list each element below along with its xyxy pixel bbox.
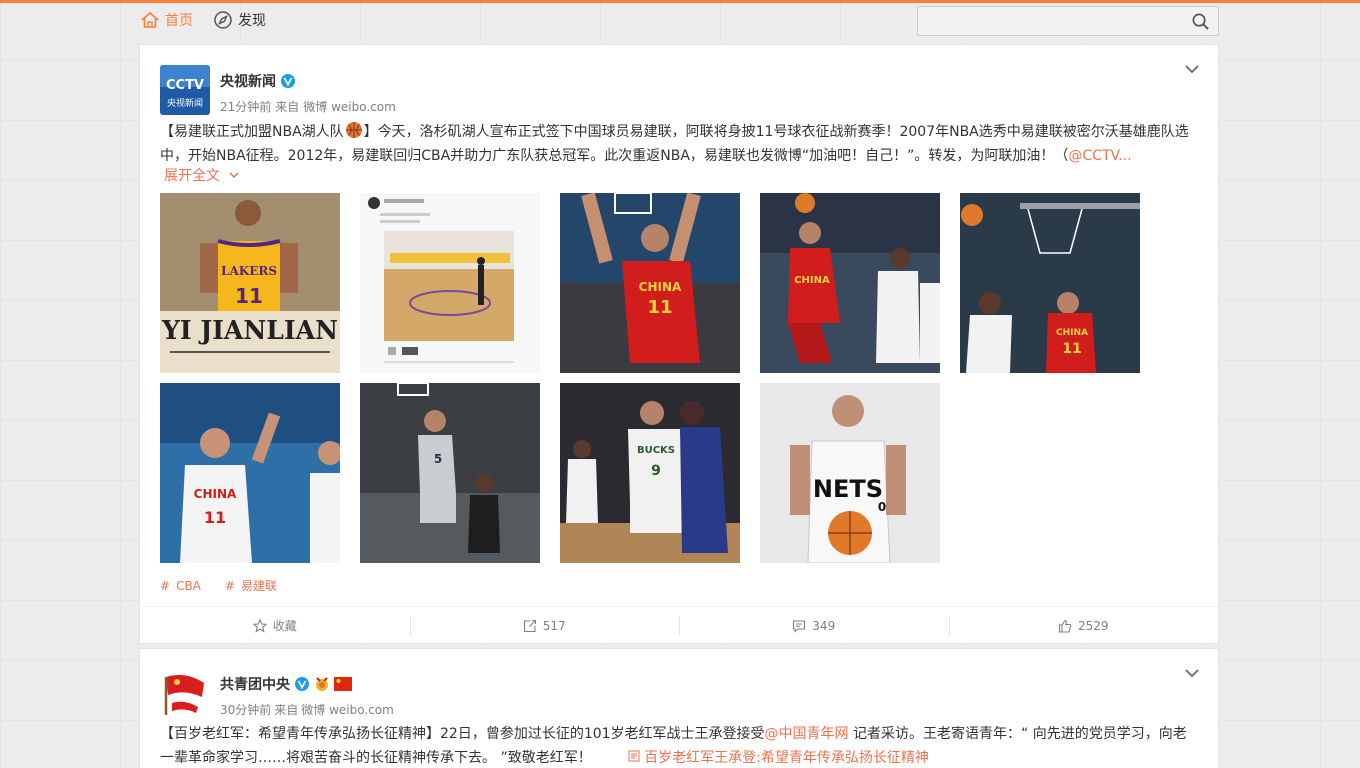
post-source[interactable]: 微博 weibo.com [303, 100, 396, 114]
image-nets-portrait[interactable]: NETS 0 [760, 383, 940, 563]
post-meta: 30分钟前 来自 微博 weibo.com [220, 701, 394, 718]
hashtag-icon: # [224, 578, 235, 593]
source-prefix: 来自 [274, 703, 299, 717]
search-box [917, 6, 1219, 36]
svg-text:0: 0 [878, 500, 886, 514]
feed-card-cctv: CCTV 央视新闻 央视新闻 21分钟前 来自 微博 weibo.com 【易建联正… [139, 44, 1219, 644]
feed-card-gongqingtuan: 共青团中央 30分钟前 来自 微博 weibo.com 【百岁老红军：希望青年传承弘… [139, 648, 1219, 768]
flag-icon [334, 677, 352, 691]
expand-text-button[interactable]: 展开全文 [164, 165, 240, 185]
article-icon [628, 746, 640, 768]
like-count: 2529 [1077, 618, 1109, 633]
post-text-part: 【百岁老红军：希望青年传承弘扬长征精神】22日，曾参加过长征的101岁老红军战士… [160, 726, 765, 742]
svg-text:LAKERS: LAKERS [221, 264, 277, 278]
repost-button[interactable]: 517 [409, 607, 680, 644]
svg-text:11: 11 [647, 297, 672, 318]
avatar[interactable] [160, 669, 210, 719]
svg-text:11: 11 [204, 508, 226, 527]
post-time[interactable]: 21分钟前 [220, 100, 271, 114]
topic-tag-label: CBA [176, 578, 201, 593]
topic-tags: # CBA # 易建联 [160, 577, 301, 594]
author-name[interactable]: 央视新闻 [220, 71, 295, 91]
author-name-text: 共青团中央 [220, 677, 290, 693]
post-text: 【百岁老红军：希望青年传承弘扬长征精神】22日，曾参加过长征的101岁老红军战士… [160, 722, 1200, 768]
svg-text:11: 11 [235, 284, 263, 308]
comment-count: 349 [812, 618, 836, 633]
svg-text:5: 5 [434, 452, 442, 466]
post-text: 【易建联正式加盟NBA湖人队 】今天，洛杉矶湖人宣布正式签下中国球员易建联，阿联将… [160, 120, 1200, 168]
nav-home-label: 首页 [165, 13, 193, 29]
svg-text:9: 9 [651, 463, 661, 479]
basketball-emoji-icon [344, 120, 364, 140]
source-prefix: 来自 [275, 100, 300, 114]
chevron-down-icon[interactable] [1184, 61, 1200, 77]
favorite-label: 收藏 [272, 619, 297, 633]
post-text-part: 【易建联正式加盟NBA湖人队 [160, 124, 344, 140]
avatar[interactable]: CCTV 央视新闻 [160, 65, 210, 115]
topic-tag-cba[interactable]: # CBA [160, 577, 201, 594]
mention-link[interactable]: @CCTV... [1068, 148, 1131, 164]
like-button[interactable]: 2529 [948, 607, 1219, 644]
expand-label: 展开全文 [164, 168, 220, 184]
image-bucks-game[interactable]: BUCKS 9 [560, 383, 740, 563]
image-china-layup[interactable]: CHINA [760, 193, 940, 373]
top-navigation: 首页 发现 [0, 3, 1360, 37]
mention-link[interactable]: @中国青年网 [765, 726, 849, 742]
search-icon[interactable] [1191, 12, 1210, 31]
svg-text:NETS: NETS [813, 475, 883, 503]
compass-icon [213, 10, 233, 30]
favorite-button[interactable]: 收藏 [140, 607, 410, 644]
repost-count: 517 [542, 618, 566, 633]
chevron-down-icon [228, 169, 240, 181]
comment-icon [792, 619, 806, 633]
topic-tag-yijianlian[interactable]: # 易建联 [225, 577, 277, 594]
star-icon [252, 618, 267, 633]
action-bar: 收藏 517 349 2529 [140, 606, 1218, 644]
author-name[interactable]: 共青团中央 [220, 674, 352, 694]
image-mavericks-dunk[interactable]: 5 [360, 383, 540, 563]
image-lakers-poster[interactable]: LAKERS 11 YI JIANLIAN [160, 193, 340, 373]
verified-icon [281, 74, 295, 88]
home-icon [140, 10, 160, 30]
repost-icon [523, 619, 537, 633]
chevron-down-icon[interactable] [1184, 665, 1200, 681]
author-name-text: 央视新闻 [220, 74, 276, 90]
image-china-dunk-2[interactable]: CHINA 11 [960, 193, 1140, 373]
svg-text:CHINA: CHINA [639, 280, 682, 294]
svg-text:CCTV: CCTV [166, 78, 204, 93]
nav-home[interactable]: 首页 [140, 7, 193, 33]
image-china-highfive[interactable]: CHINA 11 [160, 383, 340, 563]
medal-icon [313, 676, 331, 692]
article-link[interactable]: 百岁老红军王承登:希望青年传承弘扬长征精神 [628, 750, 929, 766]
article-link-text: 百岁老红军王承登:希望青年传承弘扬长征精神 [644, 750, 929, 766]
svg-text:CHINA: CHINA [1056, 328, 1088, 338]
post-source[interactable]: 微博 weibo.com [301, 703, 394, 717]
nav-discover[interactable]: 发现 [213, 7, 266, 33]
verified-icon [295, 677, 309, 691]
image-weibo-screenshot[interactable] [360, 193, 540, 373]
svg-text:YI JIANLIAN: YI JIANLIAN [161, 316, 338, 346]
post-time[interactable]: 30分钟前 [220, 703, 271, 717]
svg-text:CHINA: CHINA [794, 275, 830, 286]
svg-text:CHINA: CHINA [194, 487, 237, 501]
search-input[interactable] [918, 7, 1178, 35]
image-china-dunk-1[interactable]: CHINA 11 [560, 193, 740, 373]
nav-discover-label: 发现 [238, 13, 266, 29]
comment-button[interactable]: 349 [679, 607, 949, 644]
hashtag-icon: # [160, 578, 171, 593]
post-meta: 21分钟前 来自 微博 weibo.com [220, 98, 400, 115]
thumbs-up-icon [1058, 619, 1072, 633]
svg-text:央视新闻: 央视新闻 [167, 97, 203, 109]
topic-tag-label: 易建联 [240, 579, 277, 593]
svg-text:11: 11 [1062, 341, 1081, 357]
svg-text:BUCKS: BUCKS [637, 445, 675, 456]
